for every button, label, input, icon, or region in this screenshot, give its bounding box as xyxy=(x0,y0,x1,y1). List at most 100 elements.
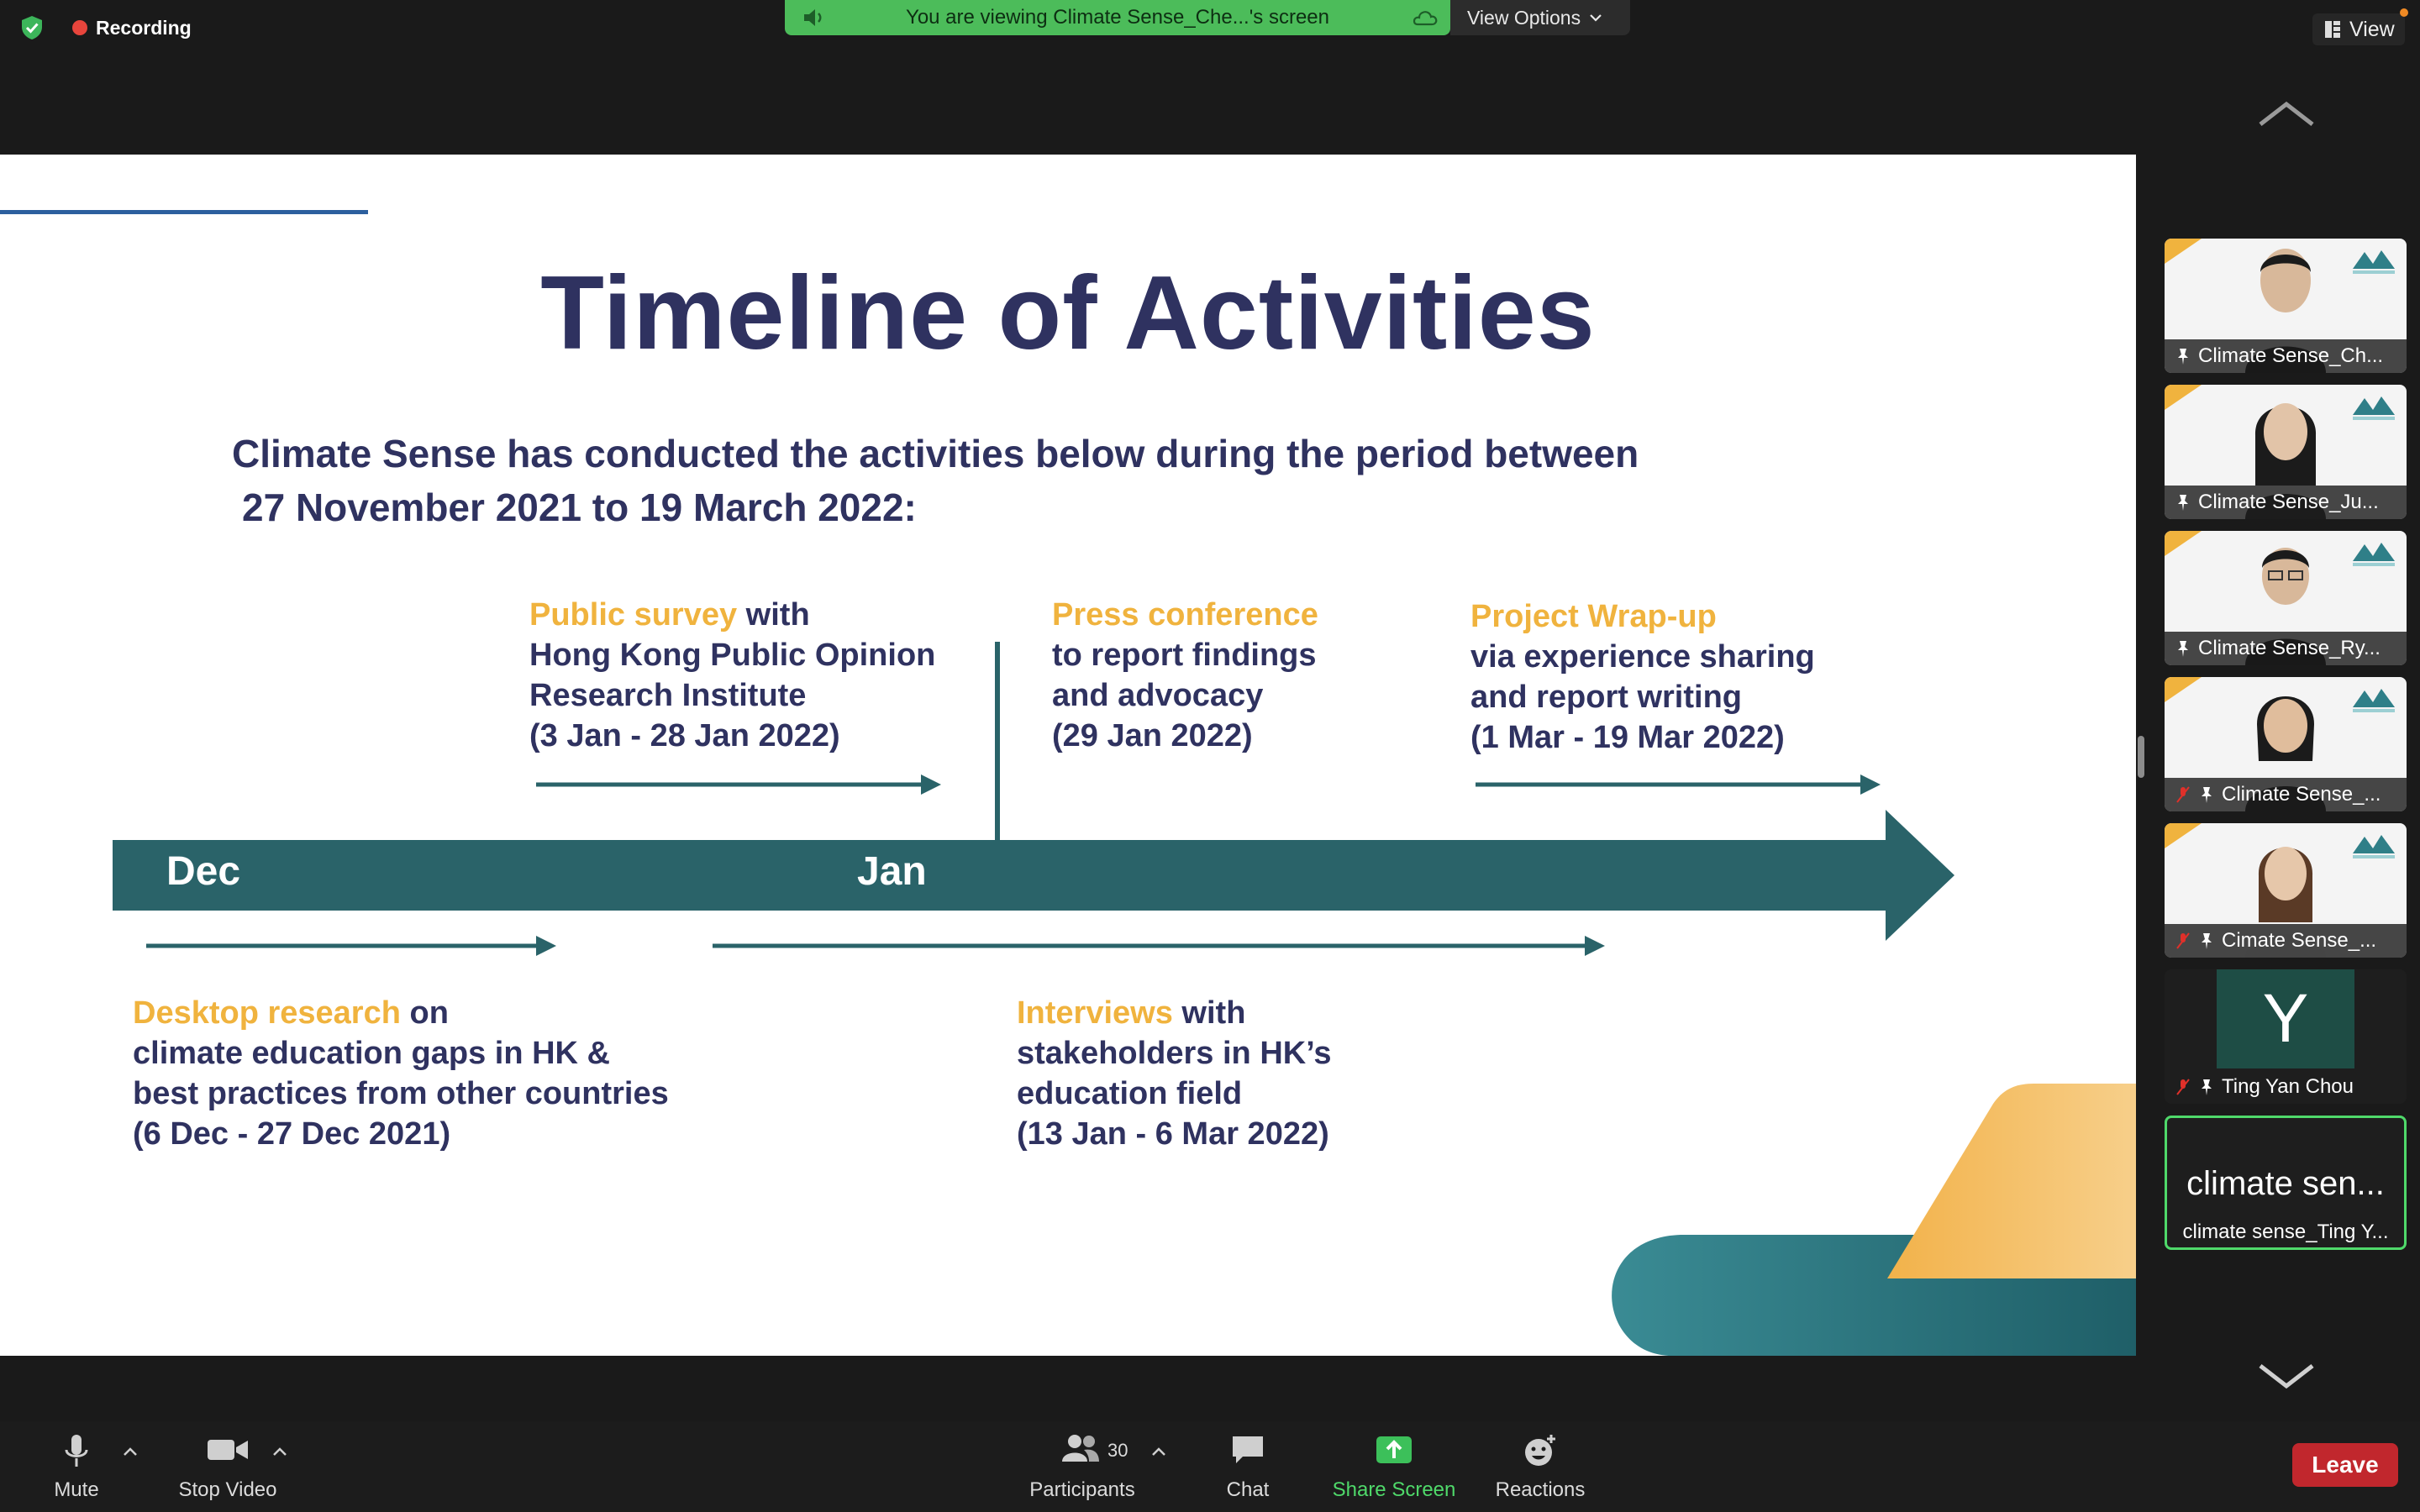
microphone-icon xyxy=(65,1435,88,1467)
mic-off-icon xyxy=(2176,1079,2190,1095)
shield-check-icon[interactable] xyxy=(20,15,44,40)
public-survey-line-3: Research Institute xyxy=(529,678,807,713)
shared-screen-slide: Timeline of Activities Climate Sense has… xyxy=(0,155,2136,1356)
mic-off-icon xyxy=(2176,786,2190,803)
participant-name-bar: Climate Sense_Ch... xyxy=(2165,339,2407,373)
participant-name-bar: Ting Yan Chou xyxy=(2165,1070,2407,1104)
pin-icon xyxy=(2178,641,2188,657)
participant-tile[interactable]: Cimate Sense_... xyxy=(2165,823,2407,958)
press-conference-highlight: Press conference xyxy=(1052,597,1318,633)
participant-tile[interactable]: Climate Sense_Ry... xyxy=(2165,531,2407,665)
participant-name: climate sense_Ting Y... xyxy=(2182,1221,2389,1243)
recording-dot-icon xyxy=(72,20,87,35)
project-wrapup-dates: (1 Mar - 19 Mar 2022) xyxy=(1470,720,1785,755)
tile-decoration xyxy=(2165,385,2202,410)
gallery-resize-handle[interactable] xyxy=(2138,736,2144,778)
speaker-icon[interactable] xyxy=(802,8,827,28)
share-screen-button[interactable]: Share Screen xyxy=(1319,1421,1469,1512)
project-wrapup-line-2: and report writing xyxy=(1470,680,1742,715)
project-wrapup-arrowhead xyxy=(1860,774,1881,795)
desktop-research-arrowhead xyxy=(536,936,556,956)
desktop-research-line-2: climate education gaps in HK & xyxy=(133,1036,610,1071)
climate-sense-logo-icon xyxy=(2353,250,2395,274)
press-conference-dates: (29 Jan 2022) xyxy=(1052,718,1253,753)
interviews-highlight: Interviews xyxy=(1017,995,1173,1031)
participant-name-bar: Climate Sense_Ju... xyxy=(2165,486,2407,519)
participants-label: Participants xyxy=(1029,1478,1135,1501)
activity-desktop-research: Desktop research on climate education ga… xyxy=(133,993,669,1154)
climate-sense-logo-icon xyxy=(2353,689,2395,712)
public-survey-dates: (3 Jan - 28 Jan 2022) xyxy=(529,718,840,753)
activity-interviews: Interviews with stakeholders in HK’s edu… xyxy=(1017,993,1332,1154)
participant-avatar: Y xyxy=(2217,969,2354,1068)
activity-project-wrapup: Project Wrap-up via experience sharing a… xyxy=(1470,596,1815,758)
mute-button[interactable]: Mute xyxy=(37,1421,116,1512)
desktop-research-line-3: best practices from other countries xyxy=(133,1076,669,1111)
participants-button[interactable]: 30 Participants xyxy=(1020,1421,1144,1512)
gallery-scroll-up-icon[interactable] xyxy=(2257,99,2316,129)
tile-decoration xyxy=(2165,677,2202,702)
press-conference-line-2: and advocacy xyxy=(1052,678,1264,713)
month-label-dec: Dec xyxy=(166,849,241,894)
recording-label: Recording xyxy=(96,16,192,39)
chat-button[interactable]: Chat xyxy=(1210,1421,1286,1512)
participant-name: Climate Sense_Ry... xyxy=(2198,637,2381,659)
participant-name: Climate Sense_Ju... xyxy=(2198,491,2379,513)
self-tile-label: climate sen... xyxy=(2186,1165,2385,1202)
climate-sense-logo-icon xyxy=(2353,396,2395,420)
notification-dot xyxy=(2400,8,2408,17)
participant-tile[interactable]: Climate Sense_Ch... xyxy=(2165,239,2407,373)
participant-name-bar: Climate Sense_Ry... xyxy=(2165,632,2407,665)
audio-options-chevron-up-icon[interactable] xyxy=(123,1446,138,1457)
participant-tile[interactable]: Y Ting Yan Chou xyxy=(2165,969,2407,1104)
pin-icon xyxy=(2202,787,2212,803)
project-wrapup-line-1: via experience sharing xyxy=(1470,639,1815,675)
tile-decoration xyxy=(2165,239,2202,264)
participant-name-bar: Cimate Sense_... xyxy=(2165,924,2407,958)
pin-icon xyxy=(2202,933,2212,949)
timeline-arrowhead xyxy=(1886,810,1954,941)
chat-label: Chat xyxy=(1226,1478,1270,1501)
public-survey-line-1: with xyxy=(737,597,810,633)
timeline-bar xyxy=(113,840,1889,911)
recording-indicator[interactable]: Recording xyxy=(72,15,192,40)
view-label: View xyxy=(2349,17,2395,41)
participants-chevron-up-icon[interactable] xyxy=(1151,1446,1166,1457)
press-conference-line-1: to report findings xyxy=(1052,638,1317,673)
tile-decoration xyxy=(2165,531,2202,556)
interviews-dates: (13 Jan - 6 Mar 2022) xyxy=(1017,1116,1329,1152)
interviews-arrowhead xyxy=(1585,936,1605,956)
climate-sense-logo-icon xyxy=(2353,543,2395,566)
share-arrow-icon xyxy=(1376,1436,1412,1463)
pin-icon xyxy=(2178,495,2188,511)
top-bar: Recording You are viewing Climate Sense_… xyxy=(0,0,2420,52)
interviews-line-3: education field xyxy=(1017,1076,1243,1111)
reaction-smiley-icon xyxy=(1525,1435,1555,1466)
participant-tile[interactable]: Climate Sense_Ju... xyxy=(2165,385,2407,519)
reactions-label: Reactions xyxy=(1495,1478,1586,1501)
view-button[interactable]: View xyxy=(2312,13,2405,45)
screen-share-banner: You are viewing Climate Sense_Che...'s s… xyxy=(785,0,1450,35)
participants-count: 30 xyxy=(1107,1440,1128,1461)
participant-name: Cimate Sense_... xyxy=(2222,929,2377,952)
self-video-tile[interactable]: climate sen... climate sense_Ting Y... xyxy=(2165,1116,2407,1250)
month-label-jan: Jan xyxy=(857,849,927,894)
video-options-chevron-up-icon[interactable] xyxy=(272,1446,287,1457)
participant-name: Climate Sense_... xyxy=(2222,783,2381,806)
activity-public-survey: Public survey with Hong Kong Public Opin… xyxy=(529,595,935,756)
participant-name-bar: Climate Sense_... xyxy=(2165,778,2407,811)
public-survey-arrowhead xyxy=(921,774,941,795)
pin-icon xyxy=(2178,349,2188,365)
leave-button[interactable]: Leave xyxy=(2292,1443,2398,1487)
participant-tile[interactable]: Climate Sense_... xyxy=(2165,677,2407,811)
view-options-menu[interactable]: View Options xyxy=(1450,0,1630,35)
participants-icon xyxy=(1062,1435,1099,1462)
participant-name: Climate Sense_Ch... xyxy=(2198,344,2384,367)
reactions-button[interactable]: Reactions xyxy=(1489,1421,1591,1512)
view-grid-icon xyxy=(2325,21,2340,38)
stop-video-button[interactable]: Stop Video xyxy=(165,1421,291,1512)
desktop-research-line-1: on xyxy=(400,995,449,1031)
gallery-scroll-down-icon[interactable] xyxy=(2257,1361,2316,1391)
cloud-icon[interactable] xyxy=(1410,8,1439,28)
pin-icon xyxy=(2202,1079,2212,1095)
